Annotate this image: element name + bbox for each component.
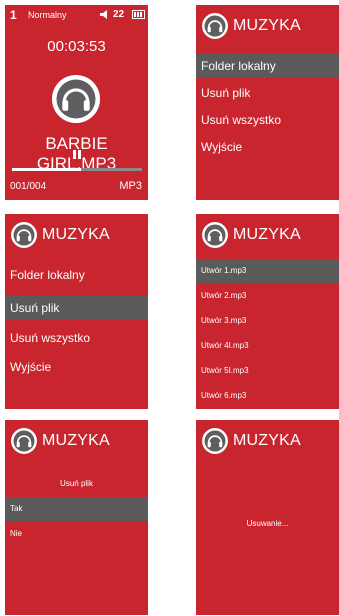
- player-screen: 1 Normalny 22 00:03:53 BARBIE GIRL.MP3 0…: [5, 5, 148, 200]
- menu-item-usun-plik[interactable]: Usuń plik: [196, 81, 339, 105]
- menu-item-wyjscie[interactable]: Wyjście: [196, 135, 339, 159]
- repeat-one-icon: 1: [10, 8, 17, 22]
- music-menu-screen: MUZYKA Folder lokalny Usuń plik Usuń wsz…: [196, 5, 339, 200]
- headphones-icon: [10, 427, 38, 455]
- play-mode-label: Normalny: [28, 10, 67, 20]
- headphones-icon: [10, 221, 38, 249]
- menu-item-folder-lokalny[interactable]: Folder lokalny: [5, 263, 148, 287]
- deleting-message: Usuwanie...: [246, 519, 289, 528]
- screen-header: MUZYKA: [201, 220, 301, 250]
- menu-item-folder-lokalny[interactable]: Folder lokalny: [196, 54, 339, 78]
- screen-header: MUZYKA: [10, 220, 110, 250]
- screen-title: MUZYKA: [233, 432, 301, 449]
- music-menu-screen: MUZYKA Folder lokalny Usuń plik Usuń wsz…: [5, 214, 148, 409]
- file-item[interactable]: Utwór 6.mp3: [196, 384, 339, 408]
- option-no[interactable]: Nie: [5, 522, 148, 546]
- elapsed-time: 00:03:53: [47, 38, 106, 55]
- track-counter: 001/004: [10, 181, 47, 192]
- speaker-icon: [100, 10, 107, 19]
- screen-title: MUZYKA: [42, 226, 110, 243]
- screen-title: MUZYKA: [233, 17, 301, 34]
- progress-bar[interactable]: [12, 168, 142, 171]
- confirm-delete-screen: MUZYKA Usuń plik Tak Nie: [5, 420, 148, 615]
- screen-title: MUZYKA: [42, 432, 110, 449]
- volume-level: 22: [113, 9, 125, 20]
- menu-item-wyjscie[interactable]: Wyjście: [5, 355, 148, 379]
- file-item[interactable]: Utwór 5I.mp3: [196, 359, 339, 383]
- menu-item-usun-wszystko[interactable]: Usuń wszystko: [196, 108, 339, 132]
- pause-icon[interactable]: [72, 150, 82, 160]
- file-item[interactable]: Utwór 3.mp3: [196, 309, 339, 333]
- screen-header: MUZYKA: [201, 11, 301, 41]
- file-item[interactable]: Utwór 4I.mp3: [196, 334, 339, 358]
- menu-item-usun-plik[interactable]: Usuń plik: [5, 296, 148, 320]
- screen-header: MUZYKA: [201, 426, 301, 456]
- progress-fill: [12, 168, 81, 171]
- screen-title: MUZYKA: [233, 226, 301, 243]
- headphones-icon: [201, 427, 229, 455]
- file-item[interactable]: Utwór 2.mp3: [196, 284, 339, 308]
- confirm-prompt: Usuń plik: [60, 479, 93, 488]
- screen-header: MUZYKA: [10, 426, 110, 456]
- headphones-icon: [201, 12, 229, 40]
- headphones-icon: [201, 221, 229, 249]
- file-format: MP3: [119, 180, 142, 192]
- headphones-icon: [50, 73, 102, 125]
- deleting-screen: MUZYKA Usuwanie...: [196, 420, 339, 615]
- menu-item-usun-wszystko[interactable]: Usuń wszystko: [5, 326, 148, 350]
- file-list-screen: MUZYKA Utwór 1.mp3 Utwór 2.mp3 Utwór 3.m…: [196, 214, 339, 409]
- file-item[interactable]: Utwór 1.mp3: [196, 259, 339, 283]
- option-yes[interactable]: Tak: [5, 497, 148, 521]
- status-bar: 1 Normalny 22: [10, 8, 145, 22]
- battery-icon: [132, 10, 145, 19]
